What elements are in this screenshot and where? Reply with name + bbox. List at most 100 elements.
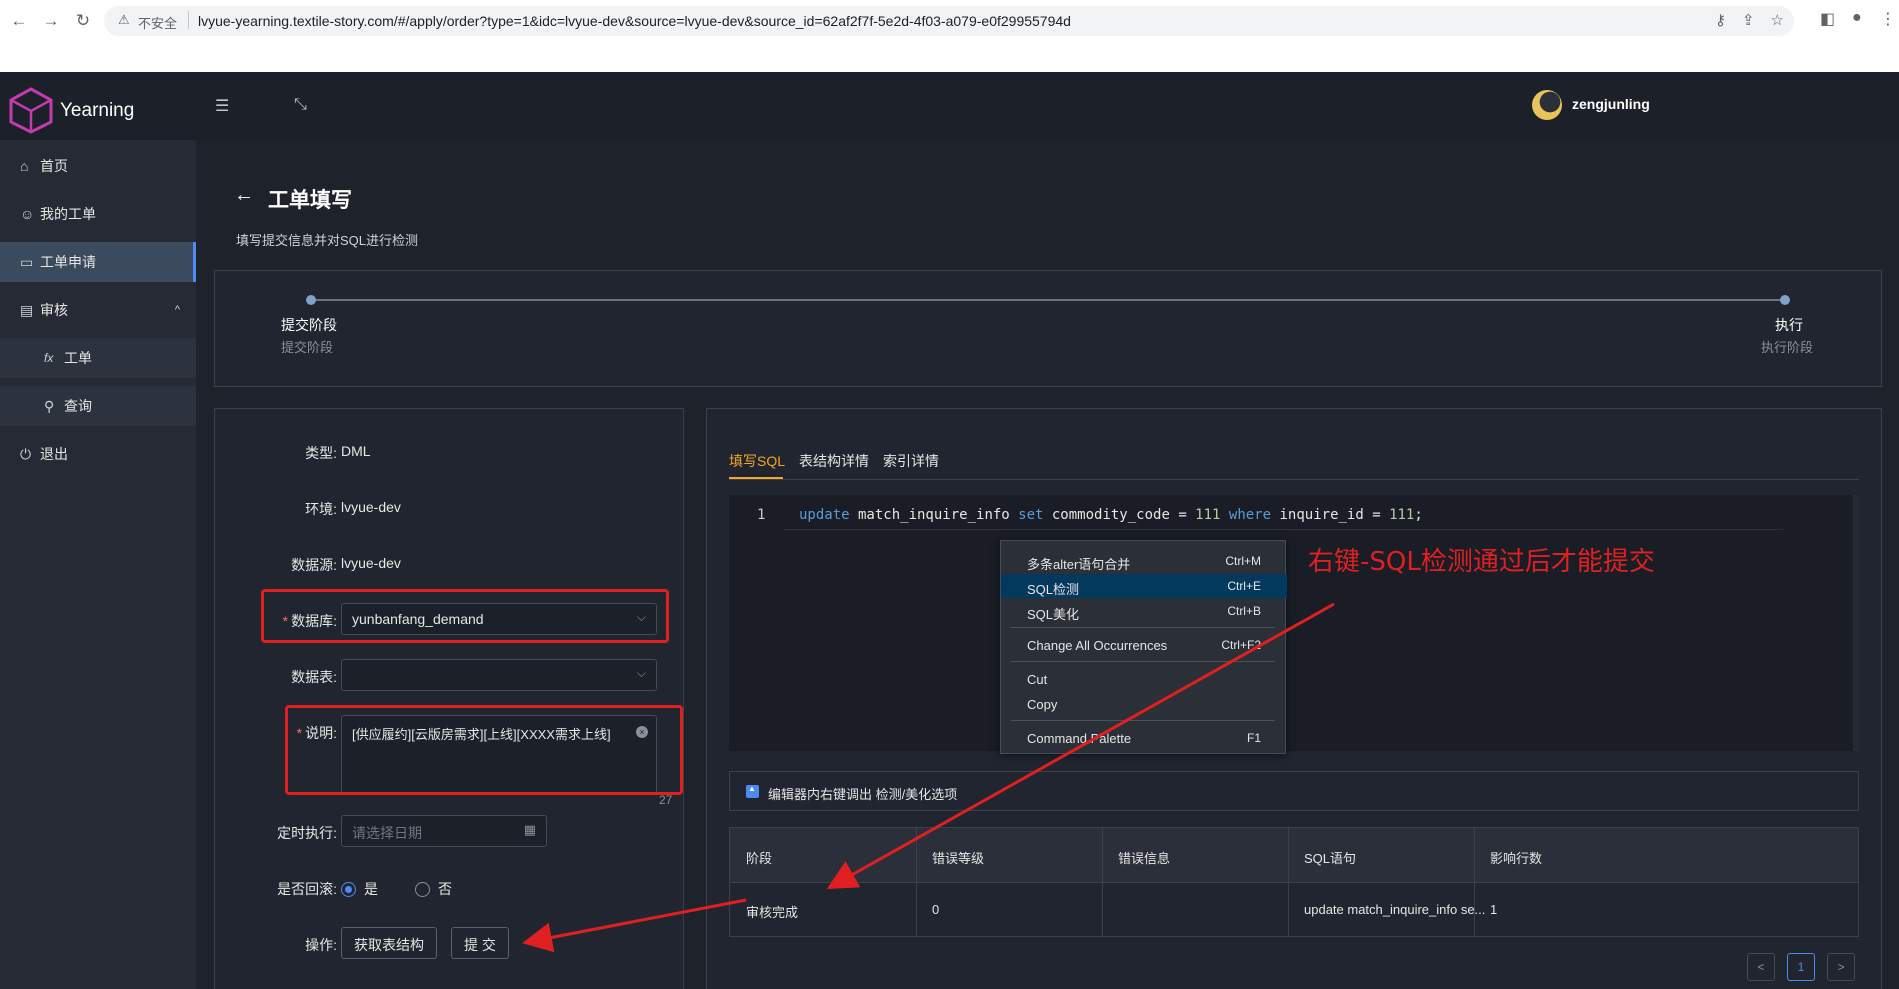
context-menu-label: SQL美化 — [1027, 607, 1080, 622]
pagination-next[interactable]: > — [1827, 953, 1855, 981]
context-menu-merge-alter[interactable]: 多条alter语句合并 Ctrl+M — [1001, 549, 1287, 573]
submit-button[interactable]: 提 交 — [451, 927, 509, 959]
back-arrow-icon[interactable]: ← — [234, 184, 254, 207]
context-menu-label: Cut — [1027, 672, 1048, 687]
sidebar-item-apply[interactable]: ▭ 工单申请 — [0, 242, 196, 282]
annotation-text: 右键-SQL检测通过后才能提交 — [1308, 547, 1655, 577]
radio-dot-checked — [341, 881, 356, 897]
logout-icon: ⏻ — [20, 445, 32, 462]
step-desc-execute: 执行阶段 — [1761, 340, 1814, 355]
sidebar: ⌂ 首页 ☺ 我的工单 ▭ 工单申请 ▤ 审核 ^ fx 工单 ⚲ 查询 ⏻ 退… — [0, 140, 196, 989]
table-select[interactable]: ⌵ — [341, 659, 657, 691]
tab-write-sql[interactable]: 填写SQL — [729, 451, 785, 471]
line-number: 1 — [757, 507, 766, 523]
editor-context-menu: 多条alter语句合并 Ctrl+M SQL检测 Ctrl+E SQL美化 Ct… — [1000, 540, 1287, 754]
context-menu-change-all[interactable]: Change All Occurrences Ctrl+F2 — [1001, 633, 1287, 657]
context-menu-label: Command Palette — [1027, 731, 1132, 746]
sidebar-item-label: 查询 — [64, 398, 92, 414]
address-actions: ⚷ ⇪ ☆ — [1715, 11, 1784, 29]
sql-token: inquire_id = — [1271, 507, 1390, 523]
sidebar-item-audit-orders[interactable]: fx 工单 — [0, 338, 196, 378]
reload-icon[interactable]: ↻ — [70, 8, 96, 34]
context-menu-shortcut: Ctrl+E — [1227, 579, 1261, 593]
context-menu-cut[interactable]: Cut — [1001, 667, 1287, 691]
table-divider — [730, 882, 1858, 883]
pagination-page[interactable]: 1 — [1787, 953, 1815, 981]
context-menu-shortcut: Ctrl+M — [1225, 554, 1261, 568]
app-header: Yearning ☰ ⤡ zengjunling — [0, 72, 1899, 140]
address-separator — [188, 11, 189, 29]
rollback-no-radio[interactable]: 否 — [415, 879, 452, 899]
profile-icon[interactable]: ● — [1852, 9, 1862, 27]
schedule-placeholder: 请选择日期 — [352, 825, 422, 841]
chevron-up-icon: ^ — [174, 304, 180, 316]
menu-dots-icon[interactable]: ⋮ — [1880, 9, 1896, 29]
context-menu-sql-check[interactable]: SQL检测 Ctrl+E — [1001, 574, 1287, 598]
column-header-error-info: 错误信息 — [1118, 851, 1171, 866]
back-icon[interactable]: ← — [6, 8, 32, 34]
sql-code-line[interactable]: update match_inquire_info set commodity_… — [799, 507, 1423, 523]
schedule-label: 定时执行: — [277, 825, 337, 841]
pagination-prev[interactable]: < — [1747, 953, 1775, 981]
sidebar-item-label: 首页 — [40, 158, 68, 174]
context-menu-label: Change All Occurrences — [1027, 638, 1168, 653]
step-dot-submit — [306, 295, 316, 305]
column-header-sql: SQL语句 — [1304, 851, 1357, 866]
warning-icon[interactable]: ⚠ — [118, 12, 130, 28]
fullscreen-icon[interactable]: ⤡ — [294, 96, 307, 114]
highlight-box-database — [261, 589, 669, 643]
sql-token: commodity_code = — [1043, 507, 1196, 523]
browser-chrome: ← → ↻ ⚠ 不安全 lvyue-yearning.textile-story… — [0, 0, 1899, 72]
collapse-menu-icon[interactable]: ☰ — [215, 96, 229, 116]
sql-token: 111 — [1195, 507, 1221, 523]
context-menu-label: SQL检测 — [1027, 582, 1080, 597]
app-name: Yearning — [60, 100, 135, 121]
context-menu-separator — [1011, 627, 1275, 628]
home-icon: ⌂ — [20, 158, 29, 174]
sidepanel-icon[interactable]: ◧ — [1820, 9, 1835, 29]
sidebar-item-my-orders[interactable]: ☺ 我的工单 — [0, 194, 196, 234]
username[interactable]: zengjunling — [1572, 96, 1650, 112]
table-header — [730, 828, 1858, 882]
type-value: DML — [341, 443, 371, 459]
rollback-yes-radio[interactable]: 是 — [341, 879, 378, 899]
tab-index-details[interactable]: 索引详情 — [883, 451, 939, 471]
table-column-divider — [1102, 828, 1103, 936]
sql-panel: 填写SQL 表结构详情 索引详情 1 update match_inquire_… — [706, 408, 1882, 989]
column-header-affected-rows: 影响行数 — [1490, 851, 1543, 866]
sidebar-item-logout[interactable]: ⏻ 退出 — [0, 434, 196, 474]
sql-editor[interactable]: 1 update match_inquire_info set commodit… — [729, 495, 1859, 751]
table-cell-sql: update match_inquire_info se... — [1304, 902, 1486, 917]
address-bar[interactable]: ⚠ 不安全 lvyue-yearning.textile-story.com/#… — [104, 6, 1794, 36]
forward-icon[interactable]: → — [38, 8, 64, 34]
bookmark-star-icon[interactable]: ☆ — [1771, 11, 1784, 29]
sidebar-item-label: 我的工单 — [40, 206, 96, 222]
sql-token: 111 — [1389, 507, 1415, 523]
table-cell-error-level: 0 — [932, 902, 940, 917]
context-menu-copy[interactable]: Copy — [1001, 692, 1287, 716]
step-dot-execute — [1780, 295, 1790, 305]
env-label: 环境: — [305, 501, 337, 517]
url-text[interactable]: lvyue-yearning.textile-story.com/#/apply… — [198, 13, 1071, 29]
context-menu-command-palette[interactable]: Command Palette F1 — [1001, 726, 1287, 750]
source-value: lvyue-dev — [341, 555, 401, 571]
fetch-structure-button[interactable]: 获取表结构 — [341, 927, 437, 959]
key-icon[interactable]: ⚷ — [1715, 11, 1726, 29]
table-label: 数据表: — [291, 669, 337, 685]
sql-token: set — [1018, 507, 1044, 523]
type-label: 类型: — [305, 445, 337, 461]
share-icon[interactable]: ⇪ — [1742, 11, 1755, 29]
schedule-date-input[interactable]: 请选择日期 ▦ — [341, 815, 547, 847]
tab-table-structure[interactable]: 表结构详情 — [799, 451, 869, 471]
calendar-icon: ▦ — [523, 822, 536, 837]
sidebar-item-home[interactable]: ⌂ 首页 — [0, 146, 196, 186]
context-menu-separator — [1011, 720, 1275, 721]
sidebar-item-audit-query[interactable]: ⚲ 查询 — [0, 386, 196, 426]
avatar[interactable] — [1532, 90, 1562, 120]
context-menu-sql-beautify[interactable]: SQL美化 Ctrl+B — [1001, 599, 1287, 623]
column-header-error-level: 错误等级 — [932, 851, 985, 866]
info-checkbox-icon — [746, 784, 759, 798]
sidebar-item-audit[interactable]: ▤ 审核 ^ — [0, 290, 196, 330]
insecure-label[interactable]: 不安全 — [138, 13, 177, 32]
step-title-submit: 提交阶段 — [281, 317, 337, 333]
